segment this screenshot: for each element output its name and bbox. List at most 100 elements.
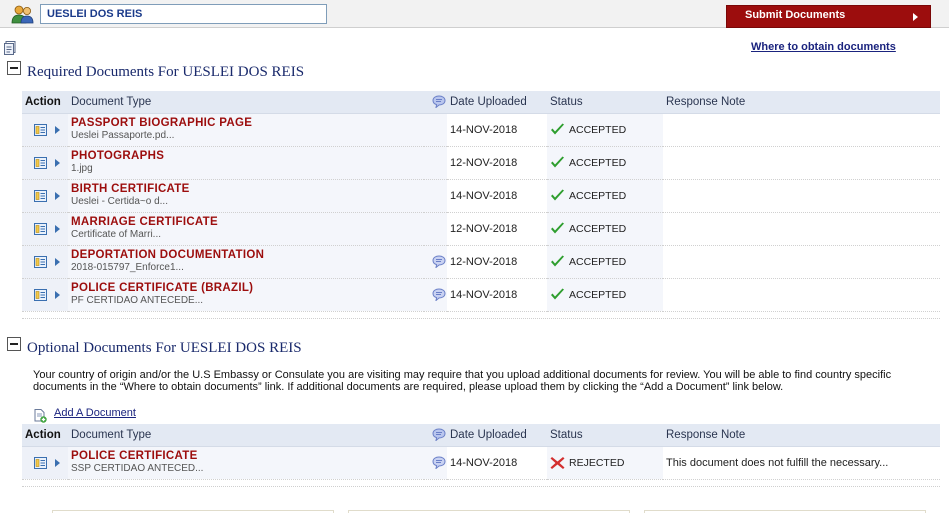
response-note-cell	[663, 113, 940, 147]
view-document-icon[interactable]	[34, 189, 47, 202]
comment-cell	[424, 146, 447, 180]
col-comment	[424, 424, 447, 447]
check-icon	[551, 123, 564, 135]
document-file-name: SSP CERTIDAO ANTECED...	[71, 463, 204, 474]
comment-icon[interactable]	[432, 288, 446, 301]
status-cell: ACCEPTED	[547, 278, 663, 312]
action-cell	[22, 446, 68, 480]
date-uploaded-cell: 12-NOV-2018	[447, 212, 547, 246]
expand-row-icon[interactable]	[55, 224, 60, 233]
document-file-name: Certificate of Marri...	[71, 229, 162, 240]
document-type-name[interactable]: DEPORTATION DOCUMENTATION	[71, 249, 424, 262]
expand-row-icon[interactable]	[55, 158, 60, 167]
document-type-name[interactable]: POLICE CERTIFICATE (BRAZIL)	[71, 282, 424, 295]
action-cell	[22, 245, 68, 279]
collapse-required-toggle[interactable]	[7, 61, 21, 75]
status-cell: ACCEPTED	[547, 113, 663, 147]
required-documents-table: Action Document Type Date Uploaded Statu…	[22, 91, 940, 312]
optional-help-text: Your country of origin and/or the U.S Em…	[33, 369, 892, 393]
document-file-name: PF CERTIDAO ANTECEDE...	[71, 295, 204, 306]
document-file-name: 1.jpg	[71, 163, 93, 174]
status-cell: ACCEPTED	[547, 146, 663, 180]
comment-cell	[424, 212, 447, 246]
where-to-obtain-documents-link[interactable]: Where to obtain documents	[751, 41, 896, 53]
status-cell: ACCEPTED	[547, 212, 663, 246]
expand-row-icon[interactable]	[55, 125, 60, 134]
document-type-name[interactable]: MARRIAGE CERTIFICATE	[71, 216, 424, 229]
document-type-name[interactable]: PASSPORT BIOGRAPHIC PAGE	[71, 117, 424, 130]
table-row: BIRTH CERTIFICATE Ueslei - Certida~o d..…	[22, 179, 940, 213]
expand-row-icon[interactable]	[55, 458, 60, 467]
comment-cell	[424, 245, 447, 279]
expand-row-icon[interactable]	[55, 257, 60, 266]
check-icon	[551, 189, 564, 201]
table-row: PHOTOGRAPHS 1.jpg 12-NOV-2018 ACCEPTED	[22, 146, 940, 180]
speech-bubble-icon	[432, 428, 446, 442]
submit-documents-button[interactable]: Submit Documents	[726, 5, 931, 28]
document-type-name[interactable]: POLICE CERTIFICATE	[71, 450, 424, 463]
comment-cell	[424, 179, 447, 213]
check-icon	[551, 222, 564, 234]
col-document-type: Document Type	[68, 424, 424, 447]
optional-section-title: Optional Documents For UESLEI DOS REIS	[27, 340, 302, 356]
view-document-icon[interactable]	[34, 222, 47, 235]
view-document-icon[interactable]	[34, 156, 47, 169]
document-type-name[interactable]: BIRTH CERTIFICATE	[71, 183, 424, 196]
rejected-x-icon	[550, 456, 565, 469]
applicant-name-field: UESLEI DOS REIS	[40, 4, 327, 24]
col-response-note: Response Note	[663, 424, 940, 447]
action-cell	[22, 212, 68, 246]
required-documents-body: PASSPORT BIOGRAPHIC PAGE Ueslei Passapor…	[22, 113, 940, 312]
col-comment	[424, 91, 447, 114]
table-row: POLICE CERTIFICATE (BRAZIL) PF CERTIDAO …	[22, 278, 940, 312]
date-uploaded-cell: 14-NOV-2018	[447, 113, 547, 147]
response-note-cell	[663, 179, 940, 213]
comment-cell	[424, 446, 447, 480]
optional-documents-body: POLICE CERTIFICATE SSP CERTIDAO ANTECED.…	[22, 446, 940, 480]
col-action: Action	[22, 424, 68, 447]
document-file-name: Ueslei - Certida~o d...	[71, 196, 168, 207]
document-type-cell: POLICE CERTIFICATE (BRAZIL) PF CERTIDAO …	[68, 278, 424, 312]
view-document-icon[interactable]	[34, 255, 47, 268]
speech-bubble-icon	[432, 95, 446, 109]
col-status: Status	[547, 424, 663, 447]
comment-icon[interactable]	[432, 255, 446, 268]
status-label: ACCEPTED	[569, 288, 627, 301]
table-row: MARRIAGE CERTIFICATE Certificate of Marr…	[22, 212, 940, 246]
table-header-row: Action Document Type Date Uploaded Statu…	[22, 424, 940, 447]
check-icon	[551, 255, 564, 267]
view-document-icon[interactable]	[34, 123, 47, 136]
document-file-name: Ueslei Passaporte.pd...	[71, 130, 175, 141]
action-cell	[22, 179, 68, 213]
view-document-icon[interactable]	[34, 456, 47, 469]
action-cell	[22, 113, 68, 147]
response-note-cell	[663, 278, 940, 312]
check-icon	[551, 156, 564, 168]
collapse-optional-toggle[interactable]	[7, 337, 21, 351]
document-icon	[4, 41, 16, 55]
response-note-cell	[663, 212, 940, 246]
document-type-name[interactable]: PHOTOGRAPHS	[71, 150, 424, 163]
document-type-cell: POLICE CERTIFICATE SSP CERTIDAO ANTECED.…	[68, 446, 424, 480]
applicant-users-icon	[11, 5, 34, 24]
document-file-name: 2018-015797_Enforce1...	[71, 262, 184, 273]
response-note-cell	[663, 245, 940, 279]
required-section-title: Required Documents For UESLEI DOS REIS	[27, 64, 305, 80]
col-date-uploaded: Date Uploaded	[447, 91, 547, 114]
check-icon	[551, 288, 564, 300]
expand-row-icon[interactable]	[55, 290, 60, 299]
comment-icon[interactable]	[432, 456, 446, 469]
status-label: ACCEPTED	[569, 222, 627, 235]
comment-cell	[424, 278, 447, 312]
date-uploaded-cell: 12-NOV-2018	[447, 245, 547, 279]
status-cell: ACCEPTED	[547, 179, 663, 213]
status-label: ACCEPTED	[569, 156, 627, 169]
col-action: Action	[22, 91, 68, 114]
expand-row-icon[interactable]	[55, 191, 60, 200]
document-type-cell: PASSPORT BIOGRAPHIC PAGE Ueslei Passapor…	[68, 113, 424, 147]
action-cell	[22, 146, 68, 180]
add-document-link[interactable]: Add A Document	[54, 407, 136, 419]
divider	[22, 486, 940, 487]
status-label: ACCEPTED	[569, 123, 627, 136]
view-document-icon[interactable]	[34, 288, 47, 301]
